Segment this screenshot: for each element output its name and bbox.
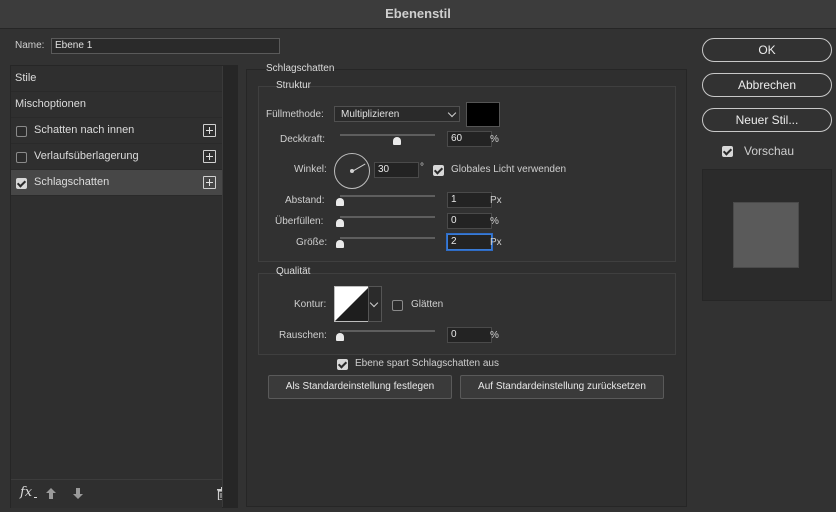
ok-button[interactable]: OK: [702, 38, 832, 62]
spread-slider-track[interactable]: [340, 216, 435, 218]
spread-unit: %: [490, 216, 499, 227]
opacity-input[interactable]: 60: [447, 131, 492, 147]
list-item-mischoptionen[interactable]: Mischoptionen: [11, 92, 222, 118]
size-unit: Px: [490, 237, 502, 248]
chevron-down-icon: [447, 108, 457, 118]
noise-slider-track[interactable]: [340, 330, 435, 332]
list-item-inner-shadow[interactable]: Schatten nach innen: [11, 118, 222, 144]
global-light-label: Globales Licht verwenden: [451, 164, 567, 175]
spread-input[interactable]: 0: [447, 213, 492, 229]
add-gradient-overlay-icon[interactable]: [203, 150, 216, 163]
fx-icon[interactable]: fx: [20, 485, 32, 500]
noise-input[interactable]: 0: [447, 327, 492, 343]
window-title: Ebenenstil: [0, 0, 836, 29]
noise-slider-thumb[interactable]: [336, 333, 344, 341]
antialias-label: Glätten: [411, 299, 444, 310]
list-item-label: Schatten nach innen: [34, 124, 135, 136]
size-input[interactable]: 2: [447, 234, 492, 250]
opacity-label: Deckkraft:: [280, 134, 326, 145]
distance-slider-track[interactable]: [340, 195, 435, 197]
angle-dial-hand: [352, 163, 366, 172]
knockout-checkbox[interactable]: [337, 359, 348, 370]
style-list-scrollbar[interactable]: [222, 66, 238, 507]
structure-title: Struktur: [276, 80, 312, 91]
opacity-unit: %: [490, 134, 499, 145]
antialias-checkbox[interactable]: [392, 300, 403, 311]
preview-label: Vorschau: [744, 144, 795, 158]
name-label: Name:: [15, 40, 45, 51]
preview-thumbnail: [733, 202, 799, 268]
blend-mode-value: Multiplizieren: [341, 109, 400, 120]
angle-dial[interactable]: [334, 153, 370, 189]
distance-input[interactable]: 1: [447, 192, 492, 208]
cancel-button[interactable]: Abbrechen: [702, 73, 832, 97]
noise-label: Rauschen:: [279, 330, 327, 341]
angle-dial-center: [350, 169, 354, 173]
layer-name-input[interactable]: Ebene 1: [51, 38, 280, 54]
list-item-label: Mischoptionen: [15, 98, 86, 110]
list-item-label: Verlaufsüberlagerung: [34, 150, 139, 162]
reset-default-button[interactable]: Auf Standardeinstellung zurücksetzen: [460, 375, 664, 399]
shadow-color-swatch[interactable]: [466, 102, 500, 127]
drop-shadow-checkbox[interactable]: [16, 178, 27, 189]
fx-dropdown-mark: [34, 497, 37, 498]
size-label: Größe:: [296, 237, 328, 248]
list-item-gradient-overlay[interactable]: Verlaufsüberlagerung: [11, 144, 222, 170]
preview-checkbox[interactable]: [722, 146, 733, 157]
distance-label: Abstand:: [285, 195, 325, 206]
blend-mode-label: Füllmethode:: [266, 109, 324, 120]
set-default-button[interactable]: Als Standardeinstellung festlegen: [268, 375, 452, 399]
inner-shadow-checkbox[interactable]: [16, 126, 27, 137]
quality-title: Qualität: [276, 266, 311, 277]
section-title: Schlagschatten: [266, 63, 335, 74]
angle-label: Winkel:: [294, 164, 327, 175]
style-list: Stile Mischoptionen Schatten nach innen …: [11, 66, 228, 508]
opacity-slider-thumb[interactable]: [393, 137, 401, 145]
list-item-drop-shadow[interactable]: Schlagschatten: [11, 170, 222, 196]
contour-curve-icon: [335, 287, 369, 321]
add-inner-shadow-icon[interactable]: [203, 124, 216, 137]
spread-slider-thumb[interactable]: [336, 219, 344, 227]
spread-label: Überfüllen:: [275, 216, 324, 227]
list-item-label: Schlagschatten: [34, 176, 110, 188]
noise-unit: %: [490, 330, 499, 341]
distance-unit: Px: [490, 195, 502, 206]
angle-input[interactable]: 30: [374, 162, 419, 178]
size-slider-thumb[interactable]: [336, 240, 344, 248]
angle-unit: °: [420, 162, 424, 173]
list-item-label: Stile: [15, 72, 37, 84]
contour-dropdown[interactable]: [368, 286, 382, 322]
style-list-footer: fx: [11, 479, 228, 508]
blend-mode-select[interactable]: Multiplizieren: [334, 106, 460, 122]
style-list-panel: Stile Mischoptionen Schatten nach innen …: [10, 65, 238, 508]
add-drop-shadow-icon[interactable]: [203, 176, 216, 189]
contour-label: Kontur:: [294, 299, 327, 310]
global-light-checkbox[interactable]: [433, 165, 444, 176]
new-style-button[interactable]: Neuer Stil...: [702, 108, 832, 132]
knockout-label: Ebene spart Schlagschatten aus: [355, 358, 499, 369]
size-slider-track[interactable]: [340, 237, 435, 239]
move-up-icon[interactable]: [46, 488, 56, 499]
contour-preview[interactable]: [334, 286, 370, 322]
gradient-overlay-checkbox[interactable]: [16, 152, 27, 163]
list-item-stile[interactable]: Stile: [11, 66, 222, 92]
opacity-slider-track[interactable]: [340, 134, 435, 136]
distance-slider-thumb[interactable]: [336, 198, 344, 206]
chevron-down-icon: [369, 298, 379, 308]
move-down-icon[interactable]: [73, 488, 83, 499]
